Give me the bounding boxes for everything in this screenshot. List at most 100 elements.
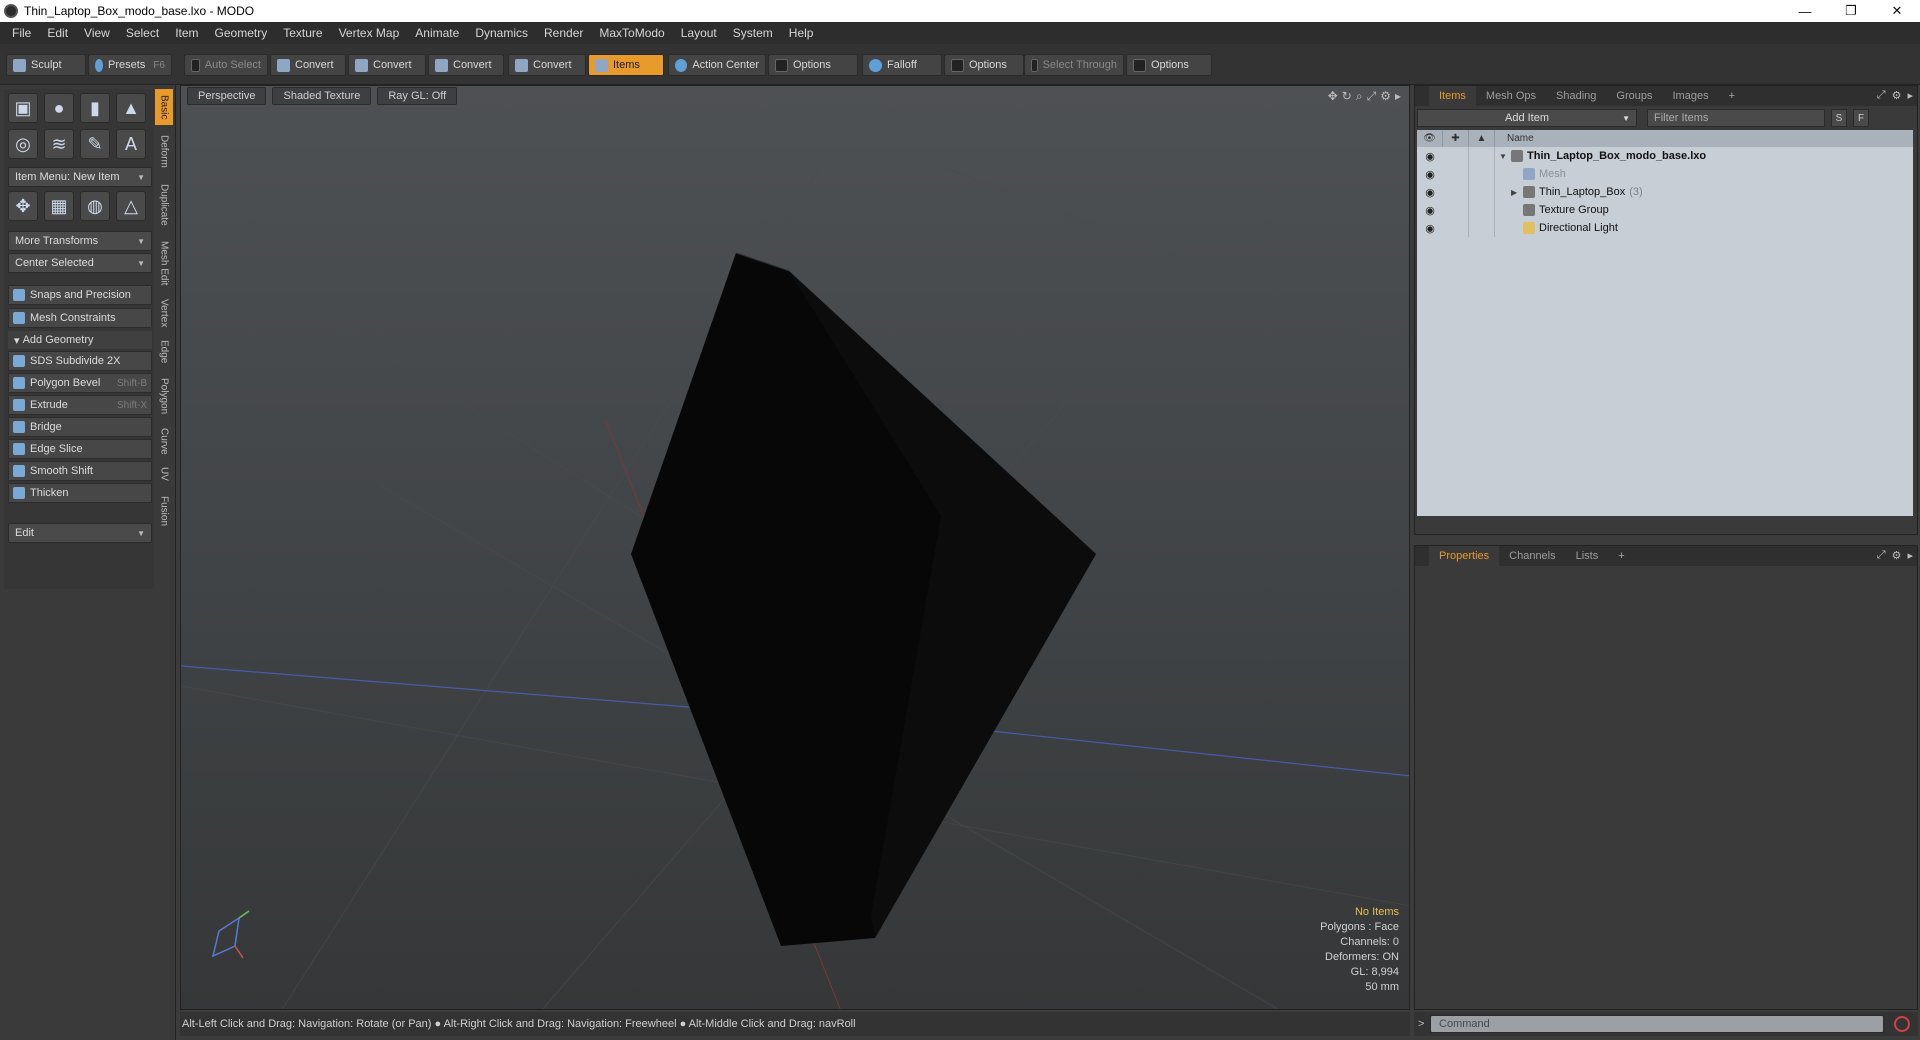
gear-icon[interactable]: ⚙ — [1380, 89, 1391, 104]
vtab-polygon[interactable]: Polygon — [155, 371, 173, 421]
transform-icon[interactable]: ✥ — [8, 191, 38, 221]
convert-button-2[interactable]: Convert — [348, 54, 426, 76]
lock-column-icon[interactable]: ✚ — [1443, 130, 1469, 147]
tab-mesh-ops[interactable]: Mesh Ops — [1476, 86, 1546, 106]
mesh-constraints-button[interactable]: Mesh Constraints — [8, 308, 152, 328]
sphere-icon[interactable]: ● — [44, 93, 74, 123]
vtab-deform[interactable]: Deform — [155, 127, 173, 175]
f-button[interactable]: F — [1853, 109, 1869, 127]
command-input[interactable]: Command — [1430, 1015, 1884, 1033]
menu-vertex-map[interactable]: Vertex Map — [331, 26, 408, 40]
name-column-header[interactable]: Name — [1495, 133, 1534, 144]
minimize-button[interactable]: — — [1782, 0, 1828, 22]
add-geometry-section[interactable]: ▾ Add Geometry — [8, 331, 152, 349]
polygon-bevel-button[interactable]: Polygon Bevel Shift-B — [8, 373, 152, 393]
menu-edit[interactable]: Edit — [39, 26, 76, 40]
options-button-1[interactable]: Options — [768, 54, 858, 76]
gear-icon[interactable]: ⚙ — [1892, 89, 1902, 102]
thicken-button[interactable]: Thicken — [8, 483, 152, 503]
extrude-button[interactable]: Extrude Shift-X — [8, 395, 152, 415]
pan-icon[interactable]: ✥ — [1328, 89, 1338, 104]
vtab-fusion[interactable]: Fusion — [155, 489, 173, 533]
convert-button-1[interactable]: Convert — [270, 54, 346, 76]
tree-row-texture-group[interactable]: ◉ Texture Group — [1417, 201, 1913, 219]
record-macro-icon[interactable] — [1894, 1016, 1910, 1032]
menu-layout[interactable]: Layout — [673, 26, 725, 40]
tab-items[interactable]: Items — [1429, 86, 1476, 106]
expand-icon[interactable]: ⤢ — [1877, 549, 1886, 562]
shading-mode-button[interactable]: Shaded Texture — [272, 87, 372, 105]
add-tab-button[interactable]: + — [1719, 86, 1745, 106]
menu-dynamics[interactable]: Dynamics — [467, 26, 536, 40]
menu-view[interactable]: View — [76, 26, 118, 40]
vtab-edge[interactable]: Edge — [155, 335, 173, 369]
convert-button-4[interactable]: Convert — [508, 54, 586, 76]
menu-geometry[interactable]: Geometry — [207, 26, 276, 40]
action-center-button[interactable]: Action Center — [668, 54, 766, 76]
items-mode-button[interactable]: Items — [588, 54, 664, 76]
eye-icon[interactable]: ◉ — [1417, 186, 1443, 199]
eye-icon[interactable]: ◉ — [1417, 222, 1443, 235]
menu-texture[interactable]: Texture — [275, 26, 330, 40]
cylinder-icon[interactable]: ▮ — [80, 93, 110, 123]
item-menu-dropdown[interactable]: Item Menu: New Item ▼ — [8, 167, 152, 187]
snaps-precision-button[interactable]: Snaps and Precision — [8, 285, 152, 305]
tree-row-directional-light[interactable]: ◉ Directional Light — [1417, 219, 1913, 237]
smooth-shift-button[interactable]: Smooth Shift — [8, 461, 152, 481]
globe-icon[interactable]: ◍ — [80, 191, 110, 221]
capsule-icon[interactable]: ≋ — [44, 129, 74, 159]
vtab-mesh-edit[interactable]: Mesh Edit — [155, 235, 173, 291]
eye-icon[interactable]: ◉ — [1417, 204, 1443, 217]
torus-icon[interactable]: ◎ — [8, 129, 38, 159]
menu-animate[interactable]: Animate — [407, 26, 467, 40]
add-tab-button[interactable]: + — [1608, 546, 1634, 566]
tab-images[interactable]: Images — [1663, 86, 1719, 106]
auto-select-button[interactable]: Auto Select — [184, 54, 268, 76]
menu-help[interactable]: Help — [781, 26, 822, 40]
eye-icon[interactable]: ◉ — [1417, 168, 1443, 181]
select-through-button[interactable]: Select Through — [1024, 54, 1124, 76]
tab-groups[interactable]: Groups — [1606, 86, 1662, 106]
bridge-button[interactable]: Bridge — [8, 417, 152, 437]
options-button-3[interactable]: Options — [1126, 54, 1212, 76]
fit-icon[interactable]: ⤢ — [1367, 89, 1377, 104]
raygl-button[interactable]: Ray GL: Off — [377, 87, 458, 105]
menu-item[interactable]: Item — [167, 26, 206, 40]
menu-maxtomodo[interactable]: MaxToModo — [591, 26, 672, 40]
tab-shading[interactable]: Shading — [1546, 86, 1606, 106]
vtab-curve[interactable]: Curve — [155, 423, 173, 459]
tree-row-scene[interactable]: ◉ ▼ Thin_Laptop_Box_modo_base.lxo — [1417, 147, 1913, 165]
menu-select[interactable]: Select — [118, 26, 167, 40]
menu-render[interactable]: Render — [536, 26, 591, 40]
add-item-dropdown[interactable]: Add Item ▼ — [1417, 109, 1637, 127]
close-button[interactable]: ✕ — [1874, 0, 1920, 22]
text-icon[interactable]: A — [116, 129, 146, 159]
visibility-column-icon[interactable]: 👁 — [1417, 130, 1443, 147]
expand-arrow-icon[interactable]: ▶ — [1511, 188, 1523, 197]
center-selected-dropdown[interactable]: Center Selected ▼ — [8, 253, 152, 273]
rotate-icon[interactable]: ↻ — [1342, 89, 1352, 104]
restore-button[interactable]: ❐ — [1828, 0, 1874, 22]
zoom-icon[interactable]: ⌕ — [1356, 89, 1363, 104]
sds-subdivide-button[interactable]: SDS Subdivide 2X — [8, 351, 152, 371]
eye-icon[interactable]: ◉ — [1417, 150, 1443, 163]
tab-lists[interactable]: Lists — [1566, 546, 1609, 566]
presets-button[interactable]: Presets F6 — [88, 54, 172, 76]
tree-row-mesh[interactable]: ◉ Mesh — [1417, 165, 1913, 183]
vtab-uv[interactable]: UV — [155, 461, 173, 487]
cube-icon[interactable]: ▣ — [8, 93, 38, 123]
edit-dropdown[interactable]: Edit ▼ — [8, 523, 152, 543]
view-type-button[interactable]: Perspective — [187, 87, 267, 105]
s-button[interactable]: S — [1831, 109, 1847, 127]
gear-icon[interactable]: ⚙ — [1892, 549, 1902, 562]
vtab-duplicate[interactable]: Duplicate — [155, 177, 173, 233]
convert-button-3[interactable]: Convert — [428, 54, 504, 76]
more-transforms-dropdown[interactable]: More Transforms ▼ — [8, 231, 152, 251]
tab-channels[interactable]: Channels — [1499, 546, 1565, 566]
chevron-right-icon[interactable]: ▸ — [1395, 89, 1401, 104]
menu-system[interactable]: System — [725, 26, 781, 40]
vtab-basic[interactable]: Basic — [155, 89, 173, 125]
grid-icon[interactable]: ▦ — [44, 191, 74, 221]
vtab-vertex[interactable]: Vertex — [155, 293, 173, 333]
pyramid-icon[interactable]: △ — [116, 191, 146, 221]
